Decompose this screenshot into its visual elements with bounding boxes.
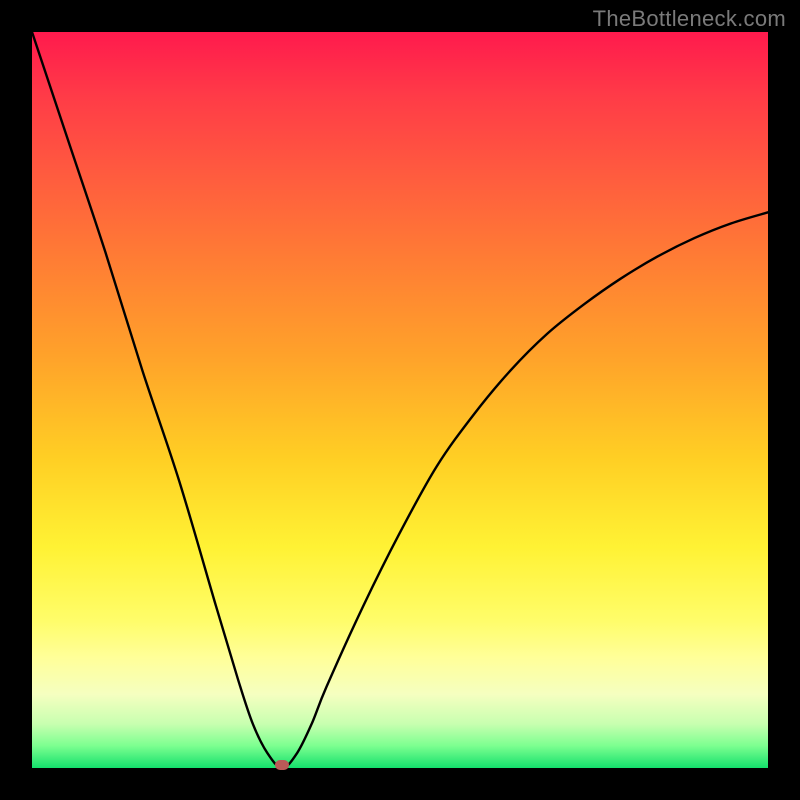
plot-area	[32, 32, 768, 768]
watermark-text: TheBottleneck.com	[593, 6, 786, 32]
bottleneck-curve	[32, 32, 768, 768]
optimal-marker	[275, 760, 289, 770]
chart-frame: TheBottleneck.com	[0, 0, 800, 800]
